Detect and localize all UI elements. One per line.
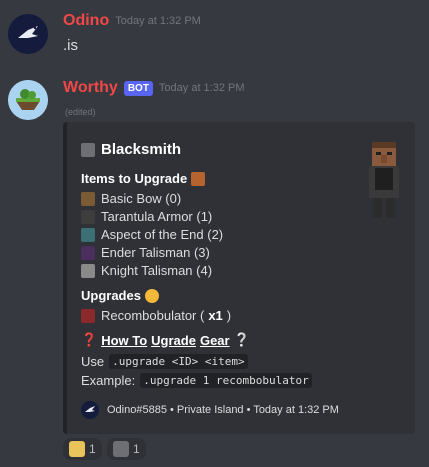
items-header-text: Items to Upgrade [81,171,188,186]
blacksmith-embed: Blacksmith Items to Upgrade Basic Bow (0… [63,122,415,434]
how-to-text: How To [101,332,148,348]
item-label: Tarantula Armor (1) [101,209,213,224]
sun-icon [144,288,159,303]
upgrade-label: Recombobulator ( [101,308,205,323]
anvil-icon [113,441,129,457]
reaction-count: 1 [133,442,140,456]
reaction-island[interactable]: 1 [63,438,102,460]
bird-avatar [81,401,99,419]
list-item: Knight Talisman (4) [81,263,212,278]
bow-icon [81,191,95,206]
villager-blacksmith [363,140,405,220]
example-code: .upgrade 1 recombobulator [140,373,312,388]
list-item: Aspect of the End (2) [81,227,223,242]
how-to-line: ❓ How To Ugrade Gear ❔ [81,332,250,348]
example-line: Example: .upgrade 1 recombobulator [81,373,312,388]
list-item: Tarantula Armor (1) [81,209,212,224]
ender-talisman-icon [81,245,95,260]
item-label: Ender Talisman (3) [101,245,210,260]
embed-title-text: Blacksmith [101,141,182,158]
question-white-icon: ❔ [233,332,250,347]
timestamp: Today at 1:32 PM [115,15,201,27]
briefcase-icon [191,171,206,186]
list-item: Ender Talisman (3) [81,245,210,260]
recombobulator-icon [81,308,95,323]
bird-avatar[interactable] [8,14,48,54]
items-header: Items to Upgrade [81,171,206,186]
example-label: Example: [81,373,136,388]
use-code: .upgrade <ID> <item> [109,354,248,369]
list-item: Recombobulator ( x1 ) [81,308,231,323]
floating-island-avatar[interactable] [8,80,48,120]
question-red-icon: ❓ [81,332,98,347]
bot-badge: BOT [123,80,153,96]
footer-text: Odino#5885 • Private Island • Today at 1… [107,404,339,416]
ugrade-text: Ugrade [151,332,196,348]
reaction-count: 1 [89,442,96,456]
embed-footer: Odino#5885 • Private Island • Today at 1… [81,401,339,419]
author-name[interactable]: Odino [63,12,109,30]
upgrades-header-text: Upgrades [81,288,141,303]
upgrade-suffix: ) [226,308,232,323]
reaction-anvil[interactable]: 1 [107,438,146,460]
tarantula-armor-icon [81,209,95,224]
use-line: Use .upgrade <ID> <item> [81,354,248,369]
use-label: Use [81,354,105,369]
anvil-icon [81,142,95,157]
embed-title: Blacksmith [81,141,181,158]
author-name[interactable]: Worthy [63,79,118,97]
item-label: Basic Bow (0) [101,191,182,206]
edited-label: (edited) [65,107,96,117]
timestamp: Today at 1:32 PM [158,82,245,94]
sword-icon [81,227,95,242]
upgrades-header: Upgrades [81,288,159,303]
island-icon [69,441,85,457]
item-label: Knight Talisman (4) [101,263,213,278]
knight-talisman-icon [81,263,95,278]
upgrade-count: x1 [208,308,223,323]
item-label: Aspect of the End (2) [101,227,224,242]
list-item: Basic Bow (0) [81,191,181,206]
message-content: .is [63,37,78,54]
gear-text: Gear [199,332,230,348]
